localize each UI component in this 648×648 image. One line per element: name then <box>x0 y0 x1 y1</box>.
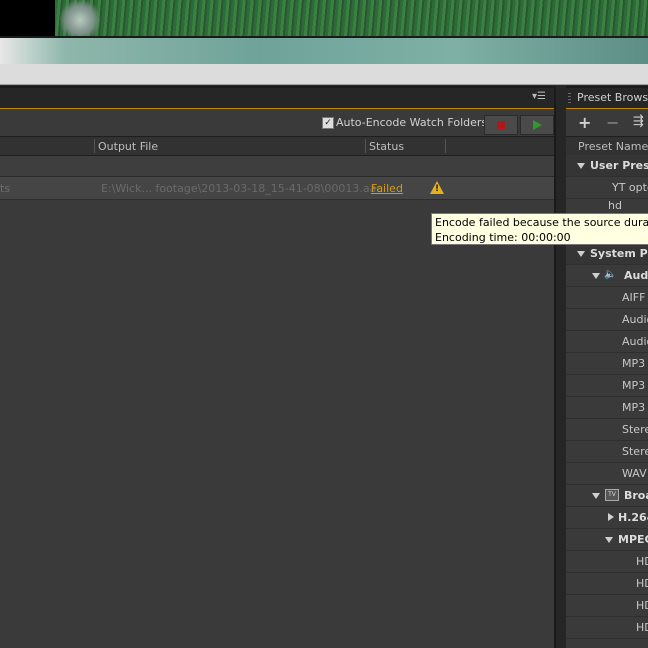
preset-format-h264[interactable]: H.264 <box>566 507 648 529</box>
preset-item-label: MP3 <box>622 357 646 370</box>
preset-toolbar: + − ⇶ <box>566 108 648 135</box>
preset-item-label: HD <box>636 599 648 612</box>
preset-item-label: MP3 <box>622 379 646 392</box>
play-icon <box>533 120 542 130</box>
column-separator[interactable] <box>94 139 95 153</box>
preset-group-user[interactable]: User Prese <box>566 155 648 177</box>
preset-item[interactable]: Audio <box>566 309 648 331</box>
preset-item[interactable]: Audio <box>566 331 648 353</box>
preset-format-label: H.264 <box>618 511 648 524</box>
collapse-triangle-icon[interactable] <box>577 251 585 257</box>
queue-group-row[interactable] <box>0 156 554 177</box>
panel-gutter <box>556 86 566 648</box>
preset-category-label: Audi <box>624 269 648 282</box>
error-tooltip: Encode failed because the source duratio… <box>431 213 648 245</box>
expand-triangle-icon[interactable] <box>608 513 614 521</box>
column-separator[interactable] <box>365 139 366 153</box>
preset-item-label: MP3 <box>622 401 646 414</box>
column-output-file[interactable]: Output File <box>98 140 158 153</box>
preset-category-broadcast[interactable]: TV Broa <box>566 485 648 507</box>
collapse-triangle-icon[interactable] <box>592 493 600 499</box>
collapse-triangle-icon[interactable] <box>592 273 600 279</box>
queue-toolbar: ✓ Auto-Encode Watch Folders <box>0 109 556 137</box>
collapse-triangle-icon[interactable] <box>605 537 613 543</box>
preview-figure <box>60 0 100 40</box>
preset-category-label: Broa <box>624 489 648 502</box>
preset-group-label: User Prese <box>590 159 648 172</box>
tooltip-message: Encode failed because the source duratio <box>435 216 648 229</box>
preset-item-label: HD <box>636 555 648 568</box>
collapse-triangle-icon[interactable] <box>577 163 585 169</box>
tv-icon: TV <box>605 489 619 501</box>
preset-group-system[interactable]: System Pro <box>566 243 648 265</box>
preset-browser-title[interactable]: Preset Browse <box>577 91 648 104</box>
preset-item[interactable]: MP3 <box>566 397 648 419</box>
source-name: ts <box>0 182 11 195</box>
warning-icon[interactable]: ! <box>430 181 444 194</box>
start-queue-button[interactable] <box>520 115 554 135</box>
column-status[interactable]: Status <box>369 140 404 153</box>
preset-format-mpeg[interactable]: MPEG <box>566 529 648 551</box>
preview-scrollbar[interactable] <box>0 64 648 85</box>
preset-item-label: WAV <box>622 467 647 480</box>
preset-item-label: Stere <box>622 423 648 436</box>
queue-column-header: Output File Status <box>0 136 554 156</box>
preview-letterbox <box>0 0 55 36</box>
output-file-path[interactable]: E:\Wick... footage\2013-03-18_15-41-08\0… <box>101 182 382 195</box>
video-preview <box>0 0 648 64</box>
preset-browser-tab[interactable]: Preset Browse <box>566 86 648 108</box>
preview-lower-frame <box>0 38 648 64</box>
preset-item-label: Stere <box>622 445 648 458</box>
auto-encode-label[interactable]: Auto-Encode Watch Folders <box>336 116 487 129</box>
preset-category-audio[interactable]: 🔈 Audi <box>566 265 648 287</box>
preset-item-label: HD <box>636 621 648 634</box>
preset-item-label: Audio <box>622 335 648 348</box>
preset-item[interactable]: MP3 <box>566 353 648 375</box>
preview-frame <box>55 0 648 36</box>
queue-item-row[interactable]: ts E:\Wick... footage\2013-03-18_15-41-0… <box>0 177 554 200</box>
preset-item-label: HD <box>636 577 648 590</box>
panel-grip-icon[interactable] <box>568 93 571 103</box>
tooltip-encoding-time: Encoding time: 00:00:00 <box>435 231 571 244</box>
preset-item[interactable]: HD <box>566 551 648 573</box>
speaker-icon: 🔈 <box>604 269 617 280</box>
preset-item[interactable]: Stere <box>566 441 648 463</box>
column-preset-name[interactable]: Preset Name <box>578 140 648 153</box>
stop-queue-button[interactable] <box>484 115 518 135</box>
checkbox-icon[interactable]: ✓ <box>322 117 334 129</box>
column-separator[interactable] <box>445 139 446 153</box>
preset-item[interactable]: AIFF <box>566 287 648 309</box>
preset-item-label: AIFF <box>622 291 646 304</box>
preset-item-label: YT opto <box>612 181 648 194</box>
panel-menu-icon[interactable]: ▾☰ <box>532 91 546 102</box>
preset-item[interactable]: HD <box>566 573 648 595</box>
preset-item-label: Audio <box>622 313 648 326</box>
preset-column-header: Preset Name <box>566 136 648 156</box>
preset-item[interactable]: HD <box>566 617 648 639</box>
queue-tab-bar: ▾☰ <box>0 86 556 109</box>
remove-icon[interactable]: − <box>606 113 619 132</box>
preset-item[interactable]: YT opto <box>566 177 648 199</box>
preset-item[interactable]: WAV <box>566 463 648 485</box>
preset-item[interactable]: Stere <box>566 419 648 441</box>
import-icon[interactable]: ⇶ <box>633 114 644 129</box>
preset-browser-panel: Preset Browse + − ⇶ Preset Name User Pre… <box>566 86 648 648</box>
preset-item[interactable]: HD <box>566 595 648 617</box>
status-failed-link[interactable]: Failed <box>371 182 403 195</box>
queue-empty-area <box>0 200 554 648</box>
preset-item[interactable]: MP3 <box>566 375 648 397</box>
preset-group-label: System Pro <box>590 247 648 260</box>
preset-format-label: MPEG <box>618 533 648 546</box>
preset-item-label: hd <box>608 199 622 212</box>
queue-panel: ▾☰ ✓ Auto-Encode Watch Folders Output Fi… <box>0 86 556 648</box>
stop-icon <box>497 121 505 129</box>
add-icon[interactable]: + <box>578 113 591 132</box>
